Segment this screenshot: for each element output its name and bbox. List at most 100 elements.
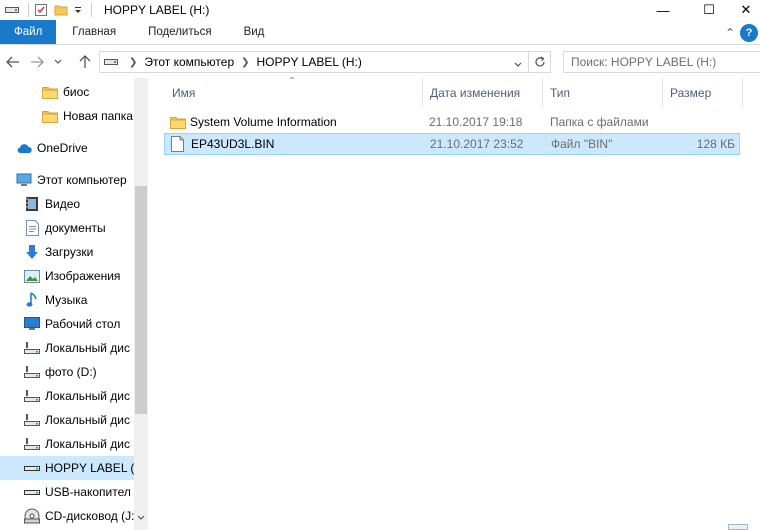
drive-icon — [24, 412, 40, 428]
desktop-icon — [24, 316, 40, 332]
nav-item[interactable]: Локальный дис — [0, 432, 134, 456]
separator — [91, 3, 92, 17]
file-row[interactable]: EP43UD3L.BIN 21.10.2017 23:52 Файл "BIN" 12… — [164, 133, 740, 155]
address-row: ❯ Этот компьютер ❯ HOPPY LABEL (H:) Поис… — [0, 45, 760, 78]
usb-drive-icon — [24, 460, 40, 476]
drive-icon — [24, 388, 40, 404]
drive-icon[interactable] — [4, 3, 20, 17]
column-header-type[interactable]: Тип — [542, 78, 662, 108]
nav-item-label: Локальный дис — [45, 341, 130, 355]
back-button[interactable] — [4, 53, 22, 71]
drive-icon — [24, 436, 40, 452]
view-toggle-icon[interactable] — [728, 524, 748, 530]
music-icon — [24, 292, 40, 308]
expand-ribbon-icon[interactable]: ⌃ — [720, 26, 740, 40]
search-input[interactable]: Поиск: HOPPY LABEL (H:) — [563, 51, 760, 73]
address-bar[interactable]: ❯ Этот компьютер ❯ HOPPY LABEL (H:) — [99, 51, 529, 73]
column-header-date-label: Дата изменения — [430, 86, 521, 100]
nav-item[interactable]: USB-накопител — [0, 480, 134, 504]
drive-icon — [24, 340, 40, 356]
cd-drive-icon — [24, 508, 40, 524]
nav-item[interactable]: Локальный дис — [0, 336, 134, 360]
refresh-button[interactable] — [529, 51, 551, 73]
nav-item[interactable]: Видео — [0, 192, 134, 216]
properties-icon[interactable] — [33, 3, 49, 17]
image-icon — [24, 268, 40, 284]
file-icon — [171, 134, 184, 154]
nav-item-label: USB-накопител — [45, 485, 131, 499]
nav-item[interactable]: HOPPY LABEL (H — [0, 456, 134, 480]
drive-icon — [24, 364, 40, 380]
nav-scrollbar[interactable] — [134, 78, 148, 530]
scroll-down-icon[interactable] — [137, 510, 145, 524]
new-folder-icon[interactable] — [53, 3, 69, 17]
nav-item-label: биос — [63, 85, 90, 99]
video-icon — [24, 196, 40, 212]
nav-item[interactable]: Изображения — [0, 264, 134, 288]
computer-icon — [16, 172, 32, 188]
nav-item[interactable]: фото (D:) — [0, 360, 134, 384]
recent-locations-button[interactable] — [52, 53, 64, 71]
navigation-pane: биос Новая папка (4) OneDrive Этот компьюте… — [0, 78, 148, 530]
up-arrow-icon — [79, 55, 91, 68]
forward-arrow-icon — [31, 56, 44, 68]
chevron-right-icon[interactable]: ❯ — [241, 57, 249, 68]
close-button[interactable]: ✕ — [732, 0, 760, 20]
tab-share[interactable]: Поделиться — [132, 20, 228, 44]
chevron-right-icon[interactable]: ❯ — [129, 57, 137, 68]
nav-item[interactable]: OneDrive — [0, 136, 134, 160]
nav-item[interactable]: CD-дисковод (J: — [0, 504, 134, 528]
breadcrumb-current-drive[interactable]: HOPPY LABEL (H:) — [257, 55, 362, 69]
refresh-icon — [534, 56, 545, 67]
nav-item-label: документы — [45, 221, 106, 235]
address-history-icon[interactable] — [514, 57, 522, 71]
column-header-type-label: Тип — [550, 86, 571, 100]
nav-item[interactable]: Этот компьютер — [0, 168, 134, 192]
column-divider[interactable] — [742, 78, 743, 108]
nav-item[interactable]: Локальный дис — [0, 408, 134, 432]
nav-item-label: Локальный дис — [45, 389, 130, 403]
file-date: 21.10.2017 23:52 — [430, 137, 524, 151]
drive-icon — [104, 57, 118, 67]
chevron-down-icon — [54, 59, 62, 64]
column-header-date[interactable]: Дата изменения — [422, 78, 542, 108]
file-date: 21.10.2017 19:18 — [429, 115, 523, 129]
file-row[interactable]: System Volume Information 21.10.2017 19:1… — [164, 111, 740, 133]
title-bar: HOPPY LABEL (H:) — ☐ ✕ — [0, 0, 760, 20]
file-name: EP43UD3L.BIN — [191, 137, 275, 151]
nav-item[interactable]: Музыка — [0, 288, 134, 312]
tab-home[interactable]: Главная — [56, 20, 132, 44]
nav-item[interactable]: Загрузки — [0, 240, 134, 264]
ribbon-tabs: Файл Главная Поделиться Вид ⌃ ? — [0, 20, 760, 45]
nav-item-label: HOPPY LABEL (H — [45, 461, 134, 475]
column-header-name-label: Имя — [172, 86, 196, 100]
nav-item-label: Рабочий стол — [45, 317, 121, 331]
nav-item-label: Локальный дис — [45, 413, 130, 427]
minimize-button[interactable]: — — [640, 0, 686, 20]
nav-item-label: OneDrive — [37, 141, 88, 155]
forward-button[interactable] — [28, 53, 46, 71]
nav-item[interactable]: документы — [0, 216, 134, 240]
help-icon[interactable]: ? — [740, 23, 758, 42]
nav-item-label: Этот компьютер — [37, 173, 127, 187]
nav-item-label: фото (D:) — [45, 365, 97, 379]
folder-icon — [42, 84, 58, 100]
file-type: Файл "BIN" — [551, 137, 613, 151]
maximize-button[interactable]: ☐ — [686, 0, 732, 20]
tab-view[interactable]: Вид — [228, 20, 281, 44]
nav-item[interactable]: биос — [0, 80, 134, 104]
tab-file[interactable]: Файл — [0, 20, 57, 44]
quick-access-dropdown-icon[interactable] — [73, 3, 83, 17]
nav-item[interactable]: Рабочий стол — [0, 312, 134, 336]
up-button[interactable] — [76, 53, 94, 71]
nav-item[interactable]: Новая папка (4) — [0, 104, 134, 128]
nav-item-label: Локальный дис — [45, 437, 130, 451]
nav-scrollbar-thumb[interactable] — [135, 186, 147, 414]
nav-item-label: Музыка — [45, 293, 88, 307]
breadcrumb-this-pc[interactable]: Этот компьютер — [144, 55, 234, 69]
column-header-size[interactable]: Размер — [662, 78, 742, 108]
file-list: Имя ⌃ Дата изменения Тип Размер System V… — [148, 76, 760, 530]
nav-item[interactable]: Локальный дис — [0, 384, 134, 408]
nav-item-label: CD-дисковод (J: — [45, 509, 134, 523]
window-title: HOPPY LABEL (H:) — [104, 3, 210, 17]
